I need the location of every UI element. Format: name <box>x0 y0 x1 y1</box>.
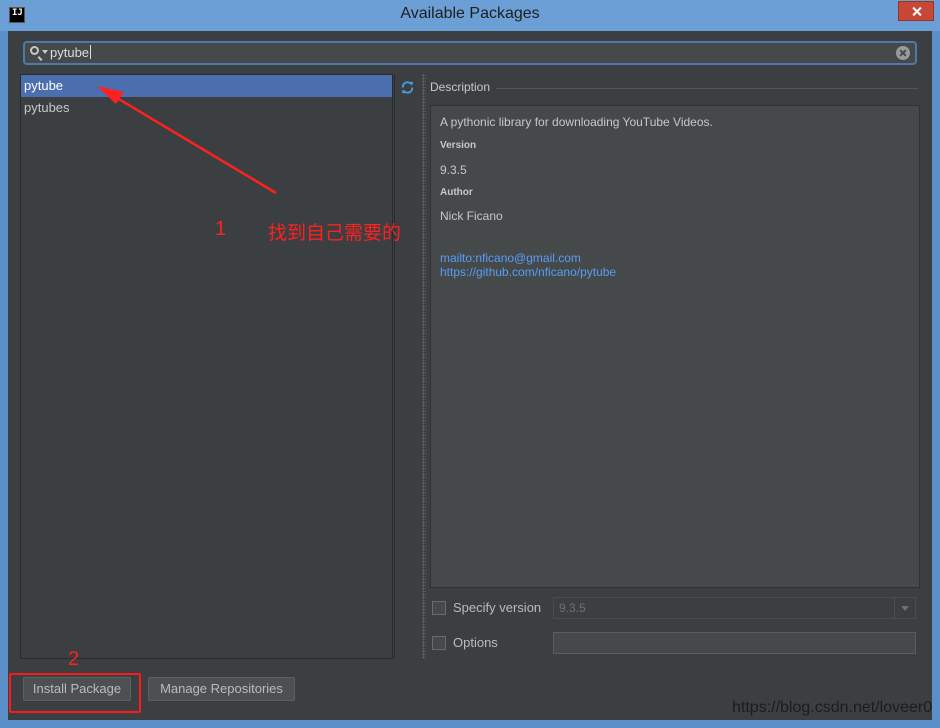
package-list-toolbar <box>394 74 420 659</box>
package-list[interactable]: pytube pytubes <box>20 74 393 659</box>
author-value: Nick Ficano <box>440 209 503 223</box>
options-checkbox[interactable] <box>432 636 446 650</box>
chevron-down-icon[interactable] <box>894 598 915 618</box>
package-list-item-pytubes[interactable]: pytubes <box>21 97 392 119</box>
version-select[interactable]: 9.3.5 <box>553 597 916 619</box>
search-history-dropdown-icon[interactable] <box>42 50 48 54</box>
project-homepage-link[interactable]: https://github.com/nficano/pytube <box>440 265 616 279</box>
refresh-icon[interactable] <box>400 80 415 95</box>
search-input[interactable]: pytube <box>23 41 917 65</box>
description-panel: A pythonic library for downloading YouTu… <box>430 105 920 588</box>
description-header: Description <box>430 80 491 94</box>
version-label: Version <box>440 140 477 151</box>
dialog-window: IJ Available Packages pytube pytube pytu… <box>0 0 940 728</box>
annotation-step-1-text: 找到自己需要的 <box>268 222 402 244</box>
title-bar[interactable]: IJ Available Packages <box>0 0 940 31</box>
version-value: 9.3.5 <box>440 163 467 177</box>
window-title: Available Packages <box>400 5 540 22</box>
options-input[interactable] <box>553 632 916 654</box>
dialog-content: pytube pytube pytubes Description A pyth… <box>8 31 932 720</box>
description-separator <box>496 88 918 89</box>
watermark: https://blog.csdn.net/loveer0 <box>732 699 933 716</box>
package-summary: A pythonic library for downloading YouTu… <box>440 115 713 129</box>
options-row: Options <box>432 632 920 656</box>
panel-splitter[interactable] <box>422 74 426 659</box>
search-icon[interactable] <box>30 46 39 55</box>
specify-version-label: Specify version <box>453 600 542 615</box>
annotation-step-2-number: 2 <box>68 648 80 670</box>
close-button[interactable] <box>898 1 934 21</box>
author-email-link[interactable]: mailto:nficano@gmail.com <box>440 251 581 265</box>
manage-repositories-button[interactable]: Manage Repositories <box>148 677 295 701</box>
options-label: Options <box>453 635 498 650</box>
package-list-item-pytube[interactable]: pytube <box>21 75 392 97</box>
version-select-value: 9.3.5 <box>559 601 586 615</box>
specify-version-row: Specify version 9.3.5 <box>432 597 920 621</box>
annotation-step-1-number: 1 <box>215 218 227 240</box>
annotation-highlight-box <box>9 673 141 713</box>
clear-search-icon[interactable] <box>896 46 910 60</box>
search-query-text[interactable]: pytube <box>50 45 91 60</box>
specify-version-checkbox[interactable] <box>432 601 446 615</box>
author-label: Author <box>440 187 473 198</box>
